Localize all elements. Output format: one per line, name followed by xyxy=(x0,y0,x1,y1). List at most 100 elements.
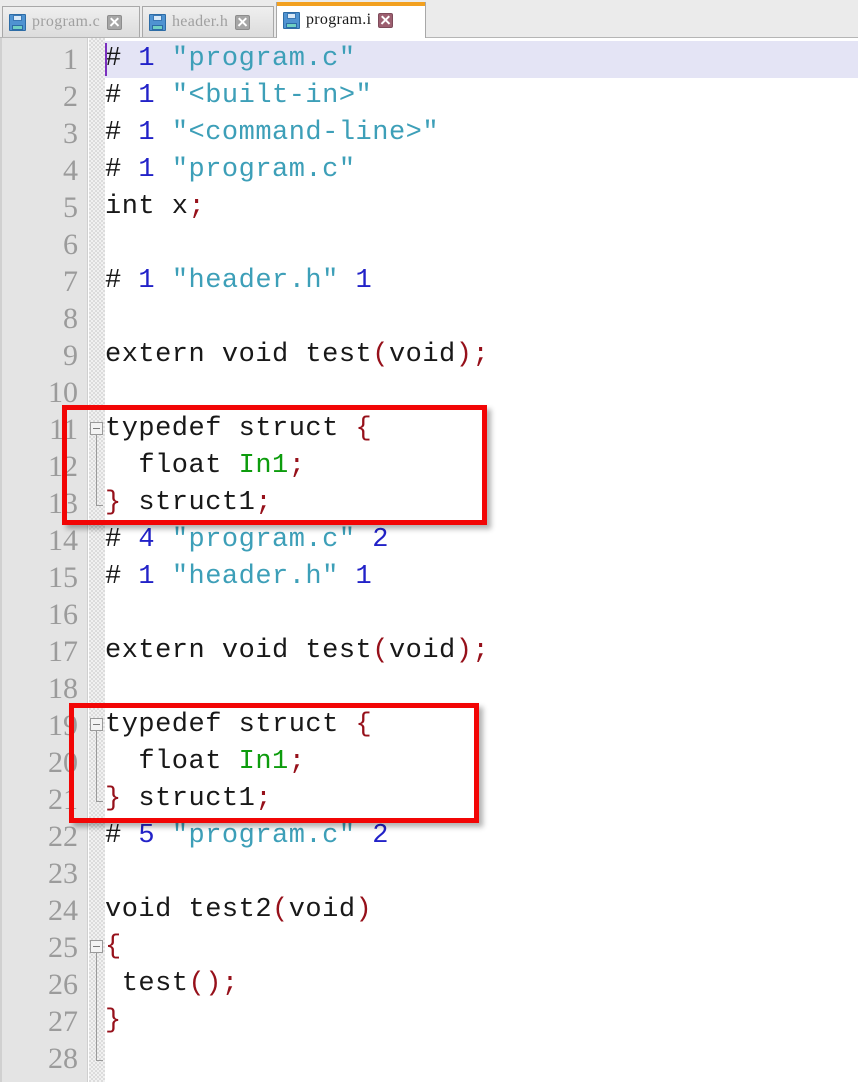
fold-collapse-icon[interactable] xyxy=(90,940,103,953)
code-token: 1 xyxy=(138,562,156,592)
code-line[interactable]: 13} struct1; xyxy=(0,485,858,522)
code-line[interactable]: 24 void test2(void) xyxy=(0,892,858,929)
line-number: 14 xyxy=(48,524,78,557)
code-token: void xyxy=(388,340,456,370)
code-token: 1 xyxy=(138,118,156,148)
code-text: } xyxy=(105,1003,122,1040)
code-token: struct1 xyxy=(121,784,256,814)
code-text: # 1 "header.h" 1 xyxy=(105,263,372,300)
code-line[interactable]: 17 extern void test(void); xyxy=(0,633,858,670)
code-token: "program.c" xyxy=(171,155,356,185)
code-line[interactable]: 1 # 1 "program.c" xyxy=(0,41,858,78)
fold-guide-end xyxy=(96,801,103,802)
code-line[interactable]: 16 xyxy=(0,596,858,633)
code-text: typedef struct { xyxy=(105,707,372,744)
code-text: typedef struct { xyxy=(105,411,372,448)
tab-program-c[interactable]: program.c xyxy=(2,6,140,37)
code-token: int x xyxy=(105,192,189,222)
tab-header-h[interactable]: header.h xyxy=(142,6,274,37)
line-number: 6 xyxy=(63,228,78,261)
code-line[interactable]: 20 float In1; xyxy=(0,744,858,781)
code-token: float xyxy=(105,451,239,481)
close-x-icon[interactable] xyxy=(378,12,394,28)
code-token: ( xyxy=(372,636,389,666)
code-line[interactable]: 4 # 1 "program.c" xyxy=(0,152,858,189)
code-line[interactable]: 21} struct1; xyxy=(0,781,858,818)
line-number: 1 xyxy=(63,43,78,76)
code-line[interactable]: 22 # 5 "program.c" 2 xyxy=(0,818,858,855)
code-token: typedef struct xyxy=(105,710,356,740)
code-line[interactable]: 19 typedef struct { xyxy=(0,707,858,744)
code-editor[interactable]: 1 # 1 "program.c" 2 # 1 "<built-in>" 3 # 1 "<… xyxy=(0,38,858,1082)
code-line[interactable]: 15 # 1 "header.h" 1 xyxy=(0,559,858,596)
line-number: 21 xyxy=(48,783,78,816)
code-token: void xyxy=(288,895,356,925)
code-line[interactable]: 26 test(); xyxy=(0,966,858,1003)
code-line[interactable]: 3 # 1 "<command-line>" xyxy=(0,115,858,152)
save-floppy-icon xyxy=(283,11,300,29)
code-token: "<built-in>" xyxy=(171,81,373,111)
code-text: int x; xyxy=(105,189,205,226)
fold-guide-end xyxy=(96,1060,103,1061)
tab-label: program.c xyxy=(32,13,101,30)
fold-guide-line xyxy=(96,435,97,505)
close-x-icon[interactable] xyxy=(235,14,251,30)
code-line[interactable]: 6 xyxy=(0,226,858,263)
code-text: { xyxy=(105,929,122,966)
code-token: ; xyxy=(255,488,273,518)
code-line[interactable]: 28 xyxy=(0,1040,858,1077)
code-token: float xyxy=(105,747,239,777)
code-token: extern void test xyxy=(105,636,373,666)
code-line[interactable]: 2 # 1 "<built-in>" xyxy=(0,78,858,115)
code-token: ; xyxy=(255,784,273,814)
fold-collapse-icon[interactable] xyxy=(90,718,103,731)
code-token: # xyxy=(105,118,139,148)
tab-program-i[interactable]: program.i xyxy=(276,2,426,38)
line-number: 19 xyxy=(48,709,78,742)
code-token: ; xyxy=(188,192,206,222)
code-line[interactable]: 23 xyxy=(0,855,858,892)
code-token: 1 xyxy=(138,266,156,296)
code-token: # xyxy=(105,525,139,555)
code-token: "program.c" xyxy=(171,821,356,851)
code-line[interactable]: 25 { xyxy=(0,929,858,966)
code-line[interactable]: 8 xyxy=(0,300,858,337)
code-line[interactable]: 7 # 1 "header.h" 1 xyxy=(0,263,858,300)
code-token: ( xyxy=(272,895,289,925)
line-number: 18 xyxy=(48,672,78,705)
line-number: 27 xyxy=(48,1005,78,1038)
code-token: } xyxy=(105,1006,122,1036)
code-line[interactable]: 18 xyxy=(0,670,858,707)
line-number: 16 xyxy=(48,598,78,631)
fold-collapse-icon[interactable] xyxy=(90,422,103,435)
code-text: test(); xyxy=(105,966,239,1003)
line-number: 8 xyxy=(63,302,78,335)
code-token: 2 xyxy=(372,525,389,555)
code-token: { xyxy=(355,710,373,740)
line-number: 24 xyxy=(48,894,78,927)
save-floppy-icon xyxy=(9,13,26,31)
code-line[interactable]: 5 int x; xyxy=(0,189,858,226)
code-token: ) xyxy=(355,895,373,925)
line-number: 4 xyxy=(63,154,78,187)
code-token: 1 xyxy=(138,155,156,185)
code-token: # xyxy=(105,562,139,592)
code-line[interactable]: 14 # 4 "program.c" 2 xyxy=(0,522,858,559)
code-text: void test2(void) xyxy=(105,892,372,929)
code-token: # xyxy=(105,155,139,185)
code-line[interactable]: 10 xyxy=(0,374,858,411)
fold-guide-line xyxy=(96,953,97,1060)
line-number: 7 xyxy=(63,265,78,298)
code-line[interactable]: 12 float In1; xyxy=(0,448,858,485)
code-line[interactable]: 27} xyxy=(0,1003,858,1040)
code-line[interactable]: 9 extern void test(void); xyxy=(0,337,858,374)
close-x-icon[interactable] xyxy=(107,14,123,30)
code-line[interactable]: 11 typedef struct { xyxy=(0,411,858,448)
code-token: struct1 xyxy=(121,488,256,518)
save-floppy-icon xyxy=(149,13,166,31)
